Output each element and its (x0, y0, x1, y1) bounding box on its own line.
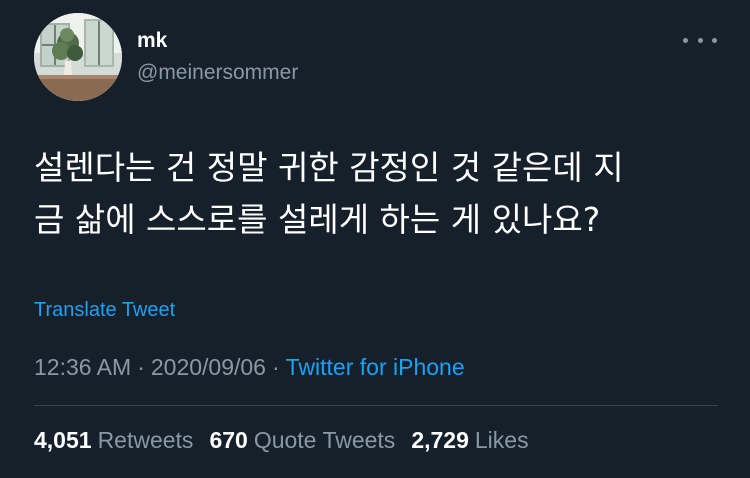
tweet-time[interactable]: 12:36 AM (34, 354, 131, 380)
more-dot (697, 37, 703, 43)
avatar[interactable] (34, 13, 122, 101)
tweet-date[interactable]: 2020/09/06 (151, 354, 266, 380)
quote-tweets-stat[interactable]: 670 Quote Tweets (209, 427, 395, 453)
tweet-text-line: 설렌다는 건 정말 귀한 감정인 것 같은데 지 (34, 148, 624, 187)
likes-stat[interactable]: 2,729 Likes (411, 427, 528, 453)
tweet-metadata: 12:36 AM · 2020/09/06 · Twitter for iPhone (34, 352, 465, 382)
display-name[interactable]: mk (137, 28, 167, 54)
translate-tweet-link[interactable]: Translate Tweet (34, 297, 175, 323)
likes-label: Likes (474, 427, 529, 453)
retweets-label: Retweets (97, 427, 194, 453)
more-dot (712, 37, 717, 43)
quote-tweets-label: Quote Tweets (253, 427, 396, 453)
more-options-icon[interactable] (683, 30, 717, 50)
more-dot (683, 37, 688, 43)
likes-count: 2,729 (411, 427, 469, 453)
retweets-stat[interactable]: 4,051 Retweets (34, 427, 193, 453)
retweets-count: 4,051 (34, 427, 92, 453)
tweet-text-line: 금 삶에 스스로를 설레게 하는 게 있나요? (34, 200, 601, 239)
divider (34, 405, 718, 406)
engagement-stats: 4,051 Retweets 670 Quote Tweets 2,729 Likes (34, 425, 545, 455)
separator-dot: · (271, 354, 280, 380)
separator-dot: · (137, 354, 145, 380)
username-handle[interactable]: @meinersommer (137, 60, 298, 86)
avatar-image (34, 13, 122, 101)
quote-tweets-count: 670 (209, 427, 248, 453)
tweet-source-link[interactable]: Twitter for iPhone (286, 354, 465, 380)
tweet-text: 설렌다는 건 정말 귀한 감정인 것 같은데 지 금 삶에 스스로를 설레게 하… (34, 142, 724, 246)
